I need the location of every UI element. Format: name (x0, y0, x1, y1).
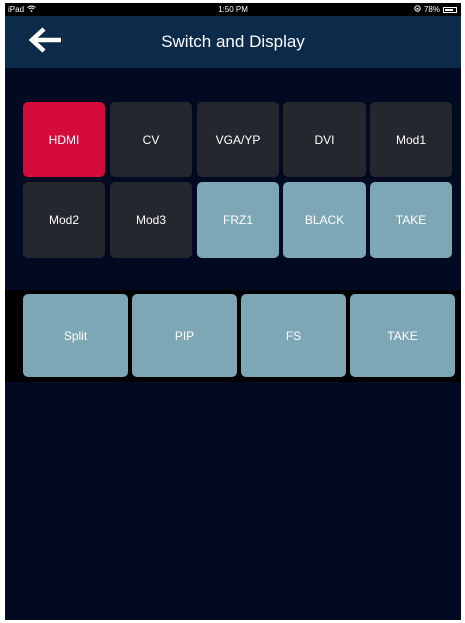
input-button-vga-yp[interactable]: VGA/YP (197, 102, 279, 177)
display-mode-panel: Split PIP FS TAKE (5, 290, 461, 382)
nav-bar: Switch and Display (5, 16, 461, 68)
arrow-left-icon (27, 26, 63, 58)
split-button[interactable]: Split (23, 294, 128, 377)
input-button-mod1[interactable]: Mod1 (370, 102, 452, 177)
freeze-button[interactable]: FRZ1 (197, 182, 279, 258)
rotation-lock-icon (414, 3, 421, 16)
page-title: Switch and Display (161, 32, 305, 51)
take-button[interactable]: TAKE (370, 182, 452, 258)
input-button-dvi[interactable]: DVI (283, 102, 366, 177)
input-selector-panel: HDMI CV VGA/YP DVI Mod1 Mod2 Mod3 FRZ1 B… (5, 102, 461, 259)
fs-button[interactable]: FS (241, 294, 346, 377)
back-button[interactable] (23, 26, 67, 58)
battery-fill (445, 8, 453, 11)
display-take-button[interactable]: TAKE (350, 294, 455, 377)
status-right: 78% (414, 3, 457, 16)
black-button[interactable]: BLACK (283, 182, 366, 258)
pip-button[interactable]: PIP (132, 294, 237, 377)
status-bar: iPad 1:50 PM 78% (5, 3, 461, 16)
ipad-screen: iPad 1:50 PM 78% Switch and Display HDMI… (5, 3, 461, 620)
input-button-cv[interactable]: CV (110, 102, 192, 177)
input-button-mod2[interactable]: Mod2 (23, 182, 105, 258)
battery-icon (443, 6, 457, 13)
input-button-hdmi[interactable]: HDMI (23, 102, 105, 177)
status-time: 1:50 PM (218, 5, 248, 14)
battery-percent: 78% (423, 5, 440, 14)
input-button-mod3[interactable]: Mod3 (110, 182, 192, 258)
